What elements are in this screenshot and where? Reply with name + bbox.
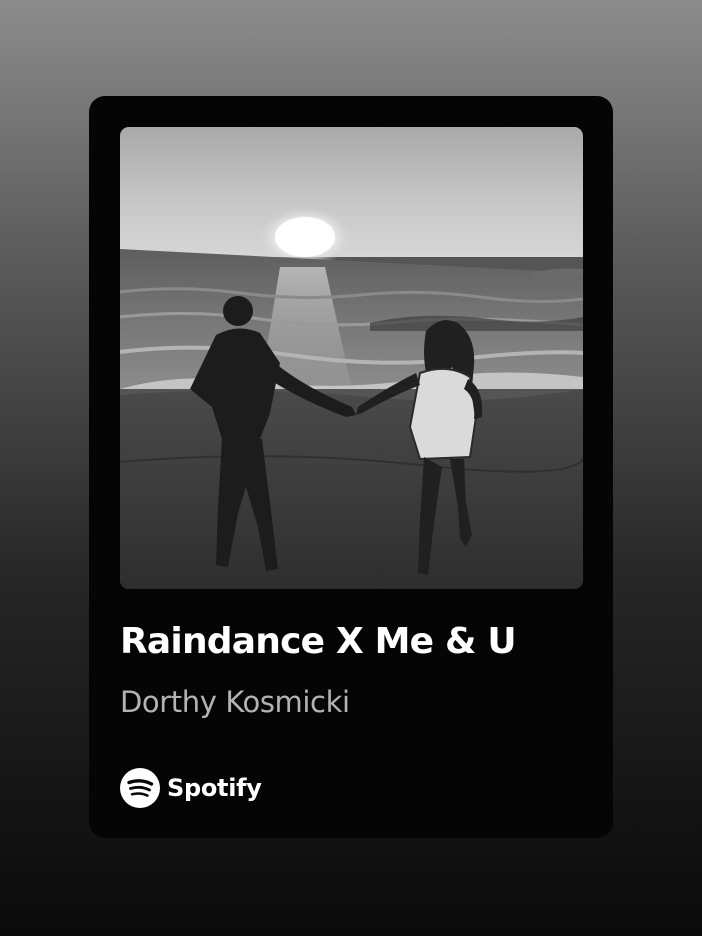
track-card[interactable]: Raindance X Me & U Dorthy Kosmicki Spoti… (89, 96, 613, 838)
track-title[interactable]: Raindance X Me & U (120, 620, 590, 664)
artist-name[interactable]: Dorthy Kosmicki (120, 683, 590, 721)
spotify-brand-link[interactable]: Spotify (120, 768, 262, 808)
spotify-logo-icon (120, 768, 160, 808)
album-artwork (120, 127, 583, 589)
brand-name: Spotify (167, 774, 262, 802)
